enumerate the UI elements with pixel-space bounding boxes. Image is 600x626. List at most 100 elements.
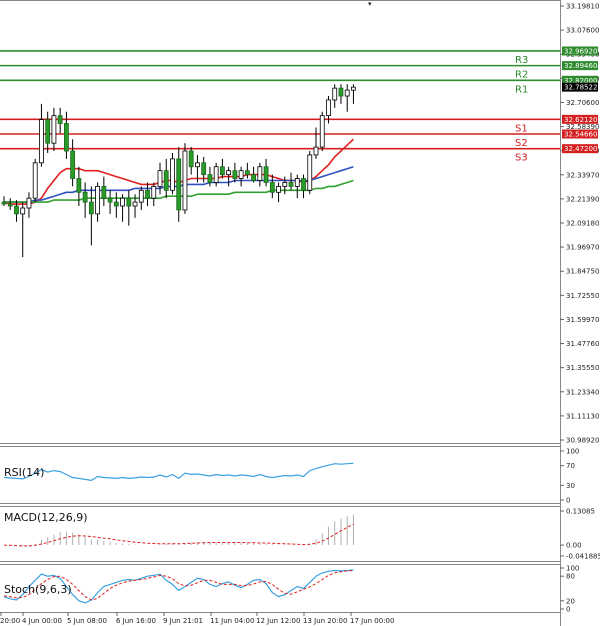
rsi-title: RSI(14) <box>4 466 44 479</box>
time-tick-label: 13 Jun 20:00 <box>303 617 347 625</box>
candle-body <box>195 162 200 168</box>
chart-background <box>0 0 600 626</box>
indicator-tick-label: 0 <box>566 606 570 614</box>
candle-body <box>107 197 113 203</box>
candle-body <box>182 150 188 211</box>
candle-body <box>1 201 7 205</box>
candle-body <box>39 119 44 164</box>
candle-body <box>14 205 19 215</box>
price-tick-label: 33.07600 <box>566 27 599 35</box>
candle-body <box>288 182 294 187</box>
time-tick-label: 5 Jun 08:00 <box>67 617 107 625</box>
candle-body <box>132 201 138 207</box>
price-tick-label: 31.72550 <box>566 292 599 300</box>
candle-body <box>282 182 288 187</box>
candle-body <box>45 119 51 144</box>
price-tick-label: 32.33970 <box>566 171 599 179</box>
indicator-tick-label: 30 <box>566 482 575 490</box>
candle-body <box>207 174 213 183</box>
level-label-s1: S1 <box>515 123 528 134</box>
scroll-marker: ▾ <box>368 0 372 8</box>
candle-body <box>307 154 313 191</box>
candle-body <box>82 191 88 203</box>
macd-title: MACD(12,26,9) <box>4 511 88 524</box>
candle-body <box>232 170 238 179</box>
candle-body <box>257 166 263 181</box>
candle-body <box>20 207 26 215</box>
candle-body <box>76 178 82 193</box>
candle-body <box>113 201 119 207</box>
candle-body <box>7 203 13 207</box>
price-tick-label: 32.09180 <box>566 220 599 228</box>
candle-body <box>126 197 132 207</box>
candle-body <box>244 170 250 175</box>
indicator-tick-label: 100 <box>566 448 579 456</box>
candle-body <box>51 115 57 144</box>
level-label-s2: S2 <box>515 138 528 149</box>
candle-body <box>269 182 275 193</box>
candle-body <box>226 170 232 175</box>
candle-body <box>338 87 344 97</box>
candle-body <box>313 146 319 156</box>
level-label-r2: R2 <box>515 70 528 81</box>
candle-body <box>101 185 107 199</box>
candle-body <box>32 162 38 199</box>
level-tag-value: 32.62120 <box>564 116 597 124</box>
indicator-tick-label: 20 <box>566 597 575 605</box>
candle-body <box>213 166 219 183</box>
candle-body <box>88 201 94 215</box>
candle-body <box>201 162 207 175</box>
candle-body <box>276 185 281 193</box>
level-tag-value: 32.89460 <box>564 62 597 70</box>
candle-body <box>138 189 144 203</box>
candle-body <box>326 99 331 117</box>
candle-body <box>163 170 169 191</box>
time-tick-label: 20:00 <box>0 617 20 625</box>
candle-body <box>95 185 100 215</box>
stoch-title: Stoch(9,6,3) <box>4 583 72 596</box>
level-label-s3: S3 <box>515 153 528 164</box>
price-tick-label: 33.19810 <box>566 3 599 11</box>
candle-body <box>176 158 182 211</box>
candle-body <box>351 86 356 91</box>
level-tag-value: 32.54660 <box>564 131 597 139</box>
candle-body <box>301 178 306 191</box>
level-label-r1: R1 <box>515 84 528 95</box>
candle-body <box>170 158 175 191</box>
indicator-tick-label: 0.00 <box>566 542 582 550</box>
indicator-tick-label: -0.041885 <box>566 553 600 561</box>
price-tick-label: 30.98920 <box>566 437 599 445</box>
indicator-tick-label: 0 <box>566 497 570 505</box>
candle-body <box>157 170 163 187</box>
candle-body <box>251 174 257 181</box>
candle-body <box>64 123 69 152</box>
candle-body <box>332 87 338 101</box>
time-tick-label: 12 Jun 12:00 <box>256 617 300 625</box>
candle-body <box>219 166 225 175</box>
candle-body <box>263 166 269 183</box>
price-tick-label: 31.35550 <box>566 364 599 372</box>
price-tick-label: 31.11130 <box>566 412 599 420</box>
price-tick-label: 32.21390 <box>566 195 599 203</box>
time-tick-label: 17 Jun 00:00 <box>350 617 394 625</box>
indicator-tick-label: 0.13085 <box>566 508 595 516</box>
candle-body <box>319 115 325 148</box>
candle-body <box>145 189 150 199</box>
candle-body <box>344 89 350 97</box>
candle-body <box>70 150 76 179</box>
level-label-r3: R3 <box>515 55 528 66</box>
level-tag-value: 32.96920 <box>564 47 597 55</box>
time-tick-label: 9 Jun 21:01 <box>163 617 203 625</box>
candle-body <box>151 185 157 199</box>
candle-body <box>238 170 244 179</box>
candle-body <box>57 115 63 124</box>
current-price-tag: 32.78522 <box>564 84 597 92</box>
price-tick-label: 32.70600 <box>566 99 599 107</box>
time-tick-label: 4 Jun 00:00 <box>22 617 62 625</box>
price-tick-label: 31.59970 <box>566 316 599 324</box>
price-tick-label: 31.96970 <box>566 244 599 252</box>
time-tick-label: 6 Jun 16:00 <box>116 617 156 625</box>
price-tick-label: 31.84750 <box>566 268 599 276</box>
candle-body <box>294 178 300 187</box>
level-tag-value: 32.47200 <box>564 145 597 153</box>
